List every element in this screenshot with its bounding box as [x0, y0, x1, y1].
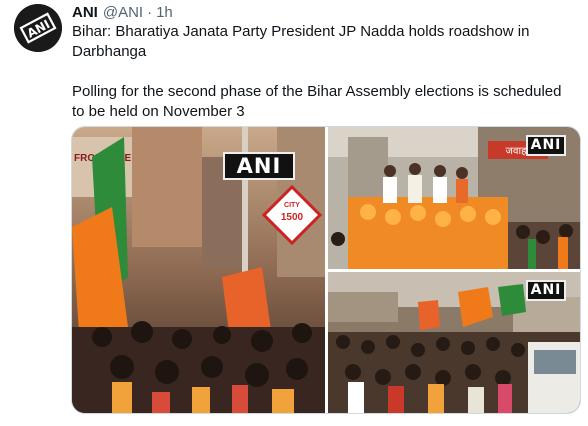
- svg-text:1500: 1500: [281, 212, 304, 223]
- author-name[interactable]: ANI: [72, 4, 98, 21]
- photo-street-crowd[interactable]: ANI: [328, 272, 580, 413]
- photo-roadshow-crowd-flags[interactable]: FRONTLINE CITY 1500: [72, 127, 325, 413]
- photo-roadshow-vehicle[interactable]: जवाहर ANI: [328, 127, 580, 269]
- ani-logo-icon: ANI: [14, 4, 62, 52]
- svg-text:CITY: CITY: [284, 202, 300, 209]
- media-grid: FRONTLINE CITY 1500: [71, 126, 581, 414]
- separator-dot: ·: [147, 3, 153, 21]
- ani-watermark: ANI: [526, 280, 566, 301]
- tweet-header: ANI @ANI · 1h: [72, 2, 173, 22]
- tweet-bottom-spacer: [0, 421, 588, 426]
- tweet-paragraph-1: Bihar: Bharatiya Janata Party President …: [72, 23, 530, 60]
- ani-watermark: ANI: [526, 135, 566, 156]
- ani-watermark: ANI: [223, 152, 295, 180]
- tweet-paragraph-2: Polling for the second phase of the Biha…: [72, 83, 562, 120]
- tweet[interactable]: ANI ANI @ANI · 1h Bihar: Bharatiya Janat…: [0, 0, 588, 426]
- tweet-timestamp[interactable]: 1h: [156, 4, 173, 21]
- tweet-text: Bihar: Bharatiya Janata Party President …: [72, 22, 577, 122]
- author-handle[interactable]: @ANI: [103, 4, 143, 21]
- ani-avatar[interactable]: ANI: [14, 4, 62, 52]
